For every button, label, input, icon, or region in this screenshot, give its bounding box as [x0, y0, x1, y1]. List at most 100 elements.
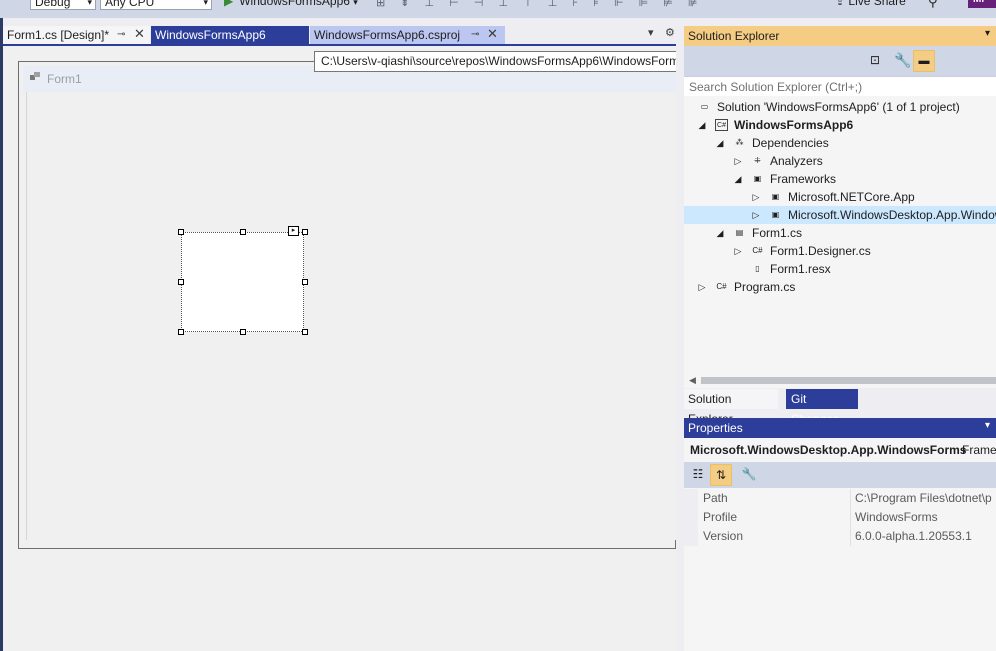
- solution-explorer-title: Solution Explorer: [688, 29, 780, 43]
- row-gutter: [684, 508, 698, 527]
- form-icon: ▤: [735, 228, 744, 237]
- resize-handle[interactable]: [302, 329, 308, 335]
- expand-arrow-icon[interactable]: ▷: [751, 206, 761, 224]
- horizontal-scrollbar[interactable]: ◀: [684, 374, 996, 388]
- scroll-left-icon[interactable]: ◀: [689, 375, 696, 386]
- property-value: WindowsForms: [855, 510, 938, 524]
- expand-arrow-icon[interactable]: ▷: [697, 278, 707, 296]
- resize-handle[interactable]: [178, 229, 184, 235]
- sync-icon[interactable]: ⊡: [870, 53, 880, 67]
- close-icon[interactable]: ✕: [134, 25, 145, 43]
- expand-arrow-icon[interactable]: ▷: [733, 152, 743, 170]
- tree-item-label: Frameworks: [770, 172, 837, 186]
- chevron-down-icon: ▾: [87, 0, 92, 7]
- tree-item[interactable]: ◢ ⁂ Dependencies: [684, 134, 996, 152]
- solution-explorer-toolbar: ⊡ 🔧 ▬: [684, 46, 996, 76]
- smart-tag-icon[interactable]: ▸: [288, 226, 299, 236]
- collapse-arrow-icon[interactable]: ◢: [715, 224, 725, 242]
- row-gutter: [684, 489, 698, 508]
- panel-splitter[interactable]: [676, 18, 684, 651]
- property-row[interactable]: Version 6.0.0-alpha.1.20553.1: [684, 527, 996, 546]
- tree-item-label: Form1.Designer.cs: [770, 244, 871, 258]
- tree-item[interactable]: ▷ ⁜ Analyzers: [684, 152, 996, 170]
- property-name: Profile: [703, 510, 738, 524]
- live-share-icon: ⇪: [835, 0, 846, 8]
- user-badge[interactable]: MI: [968, 0, 996, 8]
- tree-item-label: Dependencies: [752, 136, 829, 150]
- tab-label: Form1.cs [Design]*: [7, 28, 110, 42]
- resize-handle[interactable]: [240, 329, 246, 335]
- tab-csproj[interactable]: WindowsFormsApp6.csproj ⊸ ✕: [310, 26, 505, 44]
- collapse-arrow-icon[interactable]: ◢: [697, 116, 707, 134]
- tab-form1-design[interactable]: Form1.cs [Design]* ⊸ ✕: [3, 26, 150, 44]
- property-row[interactable]: Profile WindowsForms: [684, 508, 996, 527]
- platform-dropdown[interactable]: Any CPU ▾: [100, 0, 212, 10]
- tree-item[interactable]: ◢ ▣ Frameworks: [684, 170, 996, 188]
- tree-item[interactable]: ▷ C# Form1.Designer.cs: [684, 242, 996, 260]
- selected-control[interactable]: [181, 232, 304, 332]
- properties-object-selector[interactable]: Microsoft.WindowsDesktop.App.WindowsForm…: [684, 438, 996, 462]
- feedback-icon[interactable]: ⚲: [928, 0, 938, 10]
- gear-icon[interactable]: ⚙: [665, 26, 675, 39]
- tree-item-label: Form1.cs: [752, 226, 803, 240]
- wrench-icon[interactable]: 🔧: [894, 52, 911, 69]
- expand-arrow-icon[interactable]: ▷: [751, 188, 761, 206]
- expand-arrow-icon[interactable]: ▷: [733, 242, 743, 260]
- tree-item[interactable]: ▭ Solution 'WindowsFormsApp6' (1 of 1 pro…: [684, 98, 996, 116]
- tab-list-dropdown-icon[interactable]: ▾: [648, 26, 654, 39]
- collapse-arrow-icon[interactable]: ◢: [715, 134, 725, 152]
- column-divider: [850, 489, 851, 508]
- categorized-icon[interactable]: ☷: [687, 464, 709, 486]
- framework-ref-icon: ▣: [771, 210, 780, 219]
- chevron-down-icon[interactable]: ▾: [985, 420, 990, 431]
- main-toolbar: Debug ▾ Any CPU ▾ ▶ WindowsFormsApp6 ▾ ⊞ ⇟ …: [0, 0, 996, 18]
- live-share-button[interactable]: ⇪ Live Share: [835, 0, 906, 8]
- tree-item-label: Microsoft.WindowsDesktop.App.WindowsForm…: [788, 208, 996, 222]
- property-name: Version: [703, 529, 744, 543]
- resize-handle[interactable]: [178, 329, 184, 335]
- tree-item[interactable]: ◢ C# WindowsFormsApp6: [684, 116, 996, 134]
- platform-label: Any CPU: [105, 0, 155, 9]
- tree-item[interactable]: ▷ C# Program.cs: [684, 278, 996, 296]
- collapse-arrow-icon[interactable]: ◢: [733, 170, 743, 188]
- alphabetical-icon[interactable]: ⇅: [710, 464, 732, 486]
- chevron-down-icon[interactable]: ▾: [985, 28, 990, 39]
- row-gutter: [684, 527, 698, 546]
- live-share-label: Live Share: [848, 0, 906, 8]
- dependencies-icon: ⁂: [735, 138, 744, 147]
- properties-toolbar: ☷ ⇅ 🔧: [684, 462, 996, 488]
- tab-git-changes[interactable]: Git Changes: [786, 389, 858, 426]
- tab-label: WindowsFormsApp6.csproj: [314, 28, 461, 42]
- config-dropdown[interactable]: Debug ▾: [30, 0, 96, 10]
- form-client-area[interactable]: [26, 92, 677, 540]
- run-button[interactable]: ▶ WindowsFormsApp6 ▾: [224, 0, 358, 9]
- close-icon[interactable]: ✕: [487, 25, 498, 43]
- pin-icon[interactable]: ⊸: [471, 26, 479, 44]
- property-value: C:\Program Files\dotnet\p: [855, 491, 992, 505]
- tab-solution-explorer[interactable]: Solution Explorer: [684, 389, 778, 426]
- resize-handle[interactable]: [302, 229, 308, 235]
- wrench-icon[interactable]: 🔧: [738, 464, 760, 486]
- frameworks-icon: ▣: [753, 174, 762, 183]
- tree-item[interactable]: ▷ ▣ Microsoft.WindowsDesktop.App.WindowsFo…: [684, 206, 996, 224]
- config-label: Debug: [35, 0, 71, 9]
- form-icon: [30, 72, 40, 80]
- search-input[interactable]: Search Solution Explorer (Ctrl+;): [684, 76, 996, 96]
- preview-selected-icon[interactable]: ▬: [913, 50, 935, 72]
- resize-handle[interactable]: [240, 229, 246, 235]
- pin-icon[interactable]: ⊸: [117, 26, 125, 44]
- property-row[interactable]: Path C:\Program Files\dotnet\p: [684, 489, 996, 508]
- scroll-thumb[interactable]: [701, 377, 996, 384]
- resize-handle[interactable]: [302, 279, 308, 285]
- chevron-down-icon: ▾: [203, 0, 208, 7]
- chevron-down-icon: ▾: [353, 0, 358, 7]
- tree-item[interactable]: ▯ Form1.resx: [684, 260, 996, 278]
- tree-item[interactable]: ▷ ▣ Microsoft.NETCore.App: [684, 188, 996, 206]
- csharp-file-icon: C#: [752, 246, 763, 255]
- properties-title: Properties: [688, 421, 743, 435]
- resize-handle[interactable]: [178, 279, 184, 285]
- tree-item[interactable]: ◢ ▤ Form1.cs: [684, 224, 996, 242]
- tree-item-label: Solution 'WindowsFormsApp6' (1 of 1 proj…: [717, 100, 960, 114]
- tab-windowsformsapp6[interactable]: WindowsFormsApp6: [151, 26, 309, 44]
- tree-item-label: Microsoft.NETCore.App: [788, 190, 915, 204]
